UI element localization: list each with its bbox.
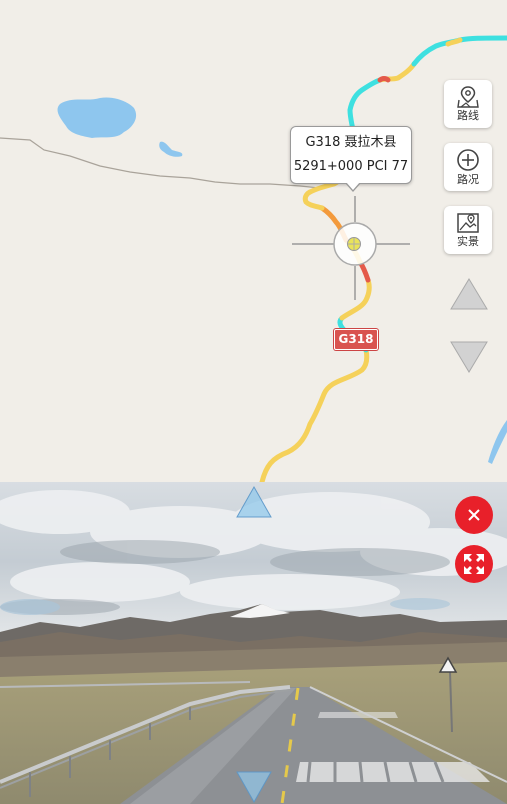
lake: [57, 97, 137, 138]
route-button-label: 路线: [457, 109, 479, 122]
route-button[interactable]: 路线: [444, 80, 492, 128]
close-street-view-button[interactable]: [455, 496, 493, 534]
street-view-panel[interactable]: [0, 482, 507, 804]
close-icon: [468, 509, 480, 521]
traffic-button[interactable]: 路况: [444, 143, 492, 191]
map-panel[interactable]: G318 聂拉木县 5291+000 PCI 77 G318 路线 路况 实景: [0, 0, 507, 482]
fullscreen-button[interactable]: [455, 545, 493, 583]
image-pin-icon: [457, 213, 479, 233]
street-view-photo[interactable]: [0, 482, 507, 804]
street-forward-arrow-icon[interactable]: [235, 485, 273, 519]
street-view-button[interactable]: 实景: [444, 206, 492, 254]
lake: [159, 141, 183, 157]
map-canvas[interactable]: [0, 0, 507, 482]
route-badge: G318: [334, 329, 378, 350]
map-down-arrow-icon[interactable]: [449, 340, 489, 374]
map-pin-icon: [457, 86, 479, 108]
street-back-arrow-icon[interactable]: [235, 770, 273, 804]
plus-circle-icon: [457, 149, 479, 171]
location-tooltip: G318 聂拉木县 5291+000 PCI 77: [290, 126, 412, 192]
map-up-arrow-icon[interactable]: [449, 277, 489, 311]
expand-icon: [464, 554, 484, 574]
water-edge: [488, 420, 507, 464]
street-view-button-label: 实景: [457, 235, 479, 248]
tooltip-tail: [345, 182, 361, 192]
traffic-button-label: 路况: [457, 173, 479, 186]
tooltip-stake-pci: 5291+000 PCI 77: [293, 159, 409, 174]
tooltip-road-name: G318 聂拉木县: [305, 135, 397, 150]
